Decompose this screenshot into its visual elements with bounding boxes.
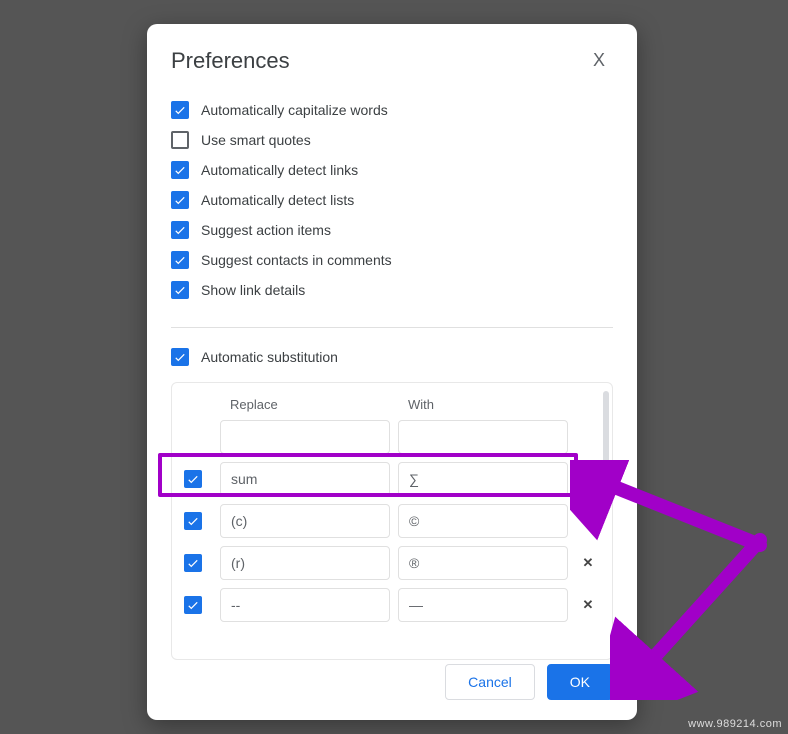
ok-button[interactable]: OK <box>547 664 613 700</box>
substitution-checkbox[interactable] <box>184 512 202 530</box>
substitution-checkbox[interactable] <box>184 470 202 488</box>
option-row: Use smart quotes <box>171 125 613 155</box>
col-with: With <box>398 397 568 412</box>
delete-row-icon[interactable]: ✕ <box>576 471 600 487</box>
option-label: Use smart quotes <box>201 132 311 148</box>
delete-row-icon[interactable]: ✕ <box>576 555 600 571</box>
dialog-header: Preferences X <box>171 46 613 75</box>
new-with-input[interactable] <box>398 420 568 454</box>
option-label: Show link details <box>201 282 305 298</box>
option-label: Automatically detect lists <box>201 192 354 208</box>
option-checkbox[interactable] <box>171 251 189 269</box>
auto-substitution-label: Automatic substitution <box>201 349 338 365</box>
option-checkbox[interactable] <box>171 221 189 239</box>
new-replace-input[interactable] <box>220 420 390 454</box>
option-row: Show link details <box>171 275 613 305</box>
with-input[interactable] <box>398 546 568 580</box>
substitution-checkbox[interactable] <box>184 596 202 614</box>
substitution-row: ✕ <box>182 584 602 626</box>
option-row: Suggest action items <box>171 215 613 245</box>
watermark: www.989214.com <box>688 718 782 730</box>
col-replace: Replace <box>220 397 390 412</box>
option-row: Suggest contacts in comments <box>171 245 613 275</box>
option-checkbox[interactable] <box>171 281 189 299</box>
auto-substitution-checkbox[interactable] <box>171 348 189 366</box>
option-row: Automatically capitalize words <box>171 95 613 125</box>
delete-row-icon[interactable]: ✕ <box>576 513 600 529</box>
replace-input[interactable] <box>220 588 390 622</box>
option-checkbox[interactable] <box>171 131 189 149</box>
preferences-options: Automatically capitalize words Use smart … <box>171 93 613 317</box>
substitution-header: Replace With <box>182 391 602 416</box>
option-label: Automatically detect links <box>201 162 358 178</box>
substitution-row: ✕ <box>182 458 602 500</box>
substitution-row: ✕ <box>182 500 602 542</box>
section-divider <box>171 327 613 328</box>
replace-input[interactable] <box>220 504 390 538</box>
dialog-title: Preferences <box>171 48 290 74</box>
close-icon[interactable]: X <box>585 46 613 75</box>
auto-substitution-toggle-row: Automatic substitution <box>171 342 613 372</box>
option-checkbox[interactable] <box>171 101 189 119</box>
substitution-panel: Replace With ✕ ✕ ✕ ✕ <box>171 382 613 660</box>
option-label: Suggest contacts in comments <box>201 252 392 268</box>
substitution-row: ✕ <box>182 542 602 584</box>
dialog-footer: Cancel OK <box>445 664 613 700</box>
option-label: Automatically capitalize words <box>201 102 388 118</box>
option-label: Suggest action items <box>201 222 331 238</box>
substitution-checkbox[interactable] <box>184 554 202 572</box>
substitution-new-row <box>182 416 602 458</box>
option-row: Automatically detect links <box>171 155 613 185</box>
option-checkbox[interactable] <box>171 191 189 209</box>
with-input[interactable] <box>398 462 568 496</box>
replace-input[interactable] <box>220 462 390 496</box>
with-input[interactable] <box>398 504 568 538</box>
cancel-button[interactable]: Cancel <box>445 664 535 700</box>
replace-input[interactable] <box>220 546 390 580</box>
with-input[interactable] <box>398 588 568 622</box>
delete-row-icon[interactable]: ✕ <box>576 597 600 613</box>
option-checkbox[interactable] <box>171 161 189 179</box>
scrollbar-thumb[interactable] <box>603 391 609 475</box>
preferences-dialog: Preferences X Automatically capitalize w… <box>147 24 637 720</box>
option-row: Automatically detect lists <box>171 185 613 215</box>
